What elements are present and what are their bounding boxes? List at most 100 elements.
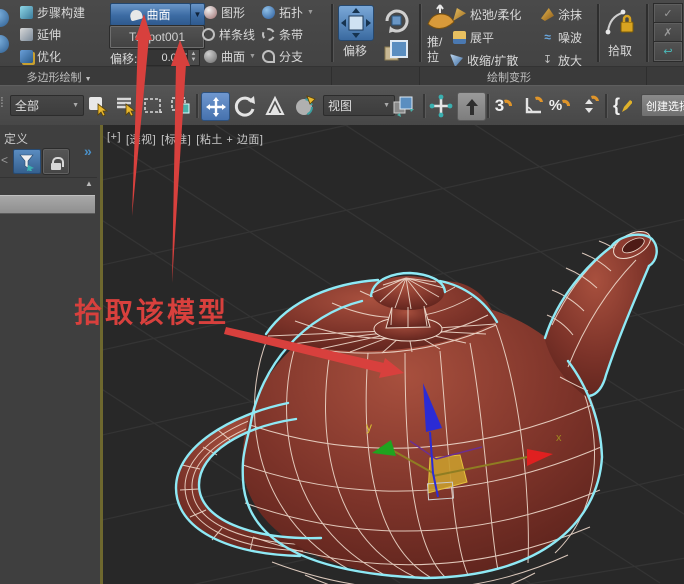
offset-transform-button[interactable] <box>338 5 374 41</box>
branches-button[interactable]: 分支 <box>262 48 303 65</box>
window-crossing-button[interactable] <box>167 92 194 119</box>
ribbon-panel-labels: 多边形绘制 ▼ 绘制变形 <box>0 66 684 86</box>
strips-button[interactable]: 条带 <box>262 26 303 43</box>
step-build-button[interactable]: 步骤构建 <box>20 4 85 21</box>
topology-icon <box>262 6 275 19</box>
use-pivot-center-button[interactable] <box>389 92 416 119</box>
pen-icon <box>620 98 632 114</box>
scale-tool-button[interactable] <box>261 92 288 119</box>
select-cursor-icon <box>87 95 109 117</box>
offset-4way-icon <box>339 6 373 40</box>
flatten-icon <box>453 31 466 44</box>
expand-chevron[interactable]: » <box>84 143 92 159</box>
pivot-center-icon <box>391 94 415 118</box>
collapse-arrow[interactable]: ▲ <box>85 179 93 188</box>
filter-funnel-icon <box>18 153 36 171</box>
branches-icon <box>262 50 275 63</box>
panel-scrollbar-thumb[interactable] <box>0 195 95 214</box>
noise-wave-icon: ≈ <box>541 31 554 44</box>
offset-value-field[interactable]: 0.000 <box>140 49 193 66</box>
rectangular-selection-region-button[interactable] <box>139 92 166 119</box>
3dsmax-window: 步骤构建 延伸 优化 曲面 ▼ Teapot001 偏移: 0.000 ▲▼ 图 <box>0 0 684 584</box>
ribbon: 步骤构建 延伸 优化 曲面 ▼ Teapot001 偏移: 0.000 ▲▼ 图 <box>0 0 684 85</box>
topology-flyout[interactable]: ▼ <box>307 9 314 16</box>
display-filter-button[interactable] <box>13 149 41 174</box>
up-arrow-icon <box>461 96 483 118</box>
splines-icon <box>202 28 215 41</box>
panel-separator-3 <box>597 4 599 62</box>
cancel-button[interactable]: ✗ <box>654 23 682 42</box>
surface-tool-icon <box>204 50 217 63</box>
select-by-name-button[interactable] <box>111 92 138 119</box>
pick-spline-lock-icon <box>604 5 636 39</box>
reference-coordinate-dropdown[interactable]: 视图▼ <box>323 95 395 116</box>
edit-named-selection-sets-button[interactable]: { <box>609 92 636 119</box>
scale-icon <box>263 94 287 118</box>
move-tool-button[interactable] <box>201 92 230 121</box>
optimize-button[interactable]: 优化 <box>20 48 61 65</box>
extend-button[interactable]: 延伸 <box>20 26 61 43</box>
viewport-menu-pov[interactable]: [透视] <box>126 131 156 147</box>
offset-label: 偏移: <box>110 50 137 67</box>
cutoff-sphere-icon-2[interactable] <box>0 35 9 53</box>
rotate-transform-button[interactable] <box>381 5 411 35</box>
back-chevron[interactable]: < <box>1 153 8 167</box>
surface-tool-button[interactable]: 曲面 ▼ <box>204 48 256 65</box>
named-selection-set-field[interactable]: 创建选择 <box>641 94 684 117</box>
spinner-snap-button[interactable] <box>575 92 602 119</box>
paint-deform-panel-label[interactable]: 绘制变形 <box>420 69 598 85</box>
percent-hook-icon <box>561 98 572 113</box>
rect-region-icon <box>142 95 164 117</box>
window-crossing-icon <box>170 95 192 117</box>
relax-soften-button[interactable]: 松弛/柔化 <box>453 6 521 23</box>
select-object-button[interactable] <box>84 92 111 119</box>
noise-button[interactable]: ≈ 噪波 <box>541 29 582 46</box>
main-toolbar: ⁞ 全部▼ <box>0 85 684 127</box>
select-and-manipulate-button[interactable] <box>427 92 454 119</box>
keyboard-override-toggle[interactable] <box>457 92 486 121</box>
scene-explorer-panel: 定义 < » ▲ <box>0 125 101 584</box>
picked-object-button[interactable]: Teapot001 <box>110 26 204 48</box>
offset-spinner[interactable]: ▲▼ <box>187 49 200 66</box>
cutoff-sphere-icon[interactable] <box>0 9 9 27</box>
step-build-icon <box>20 6 33 19</box>
angle-snap-button[interactable] <box>519 92 546 119</box>
extend-icon <box>20 28 33 41</box>
splines-button[interactable]: 样条线 <box>202 26 255 43</box>
offset-transform-label: 偏移 <box>332 42 378 59</box>
polydraw-panel-label[interactable]: 多边形绘制 ▼ <box>0 69 118 85</box>
pick-button[interactable] <box>604 5 636 39</box>
cutoff-toolbar-icon: ⁞ <box>0 94 4 110</box>
shapes-button[interactable]: 图形 <box>204 4 245 21</box>
perspective-viewport[interactable]: y x <box>100 125 684 584</box>
percent-snap-button[interactable]: % <box>547 92 574 119</box>
lock-button[interactable] <box>43 149 69 174</box>
viewport-menu-general[interactable]: [+] <box>107 131 121 147</box>
revert-button[interactable]: ↩ <box>654 42 682 61</box>
viewport-menu-standard[interactable]: [标准] <box>161 131 191 147</box>
rotate-ring-icon <box>381 5 411 35</box>
topology-button[interactable]: 拓扑 ▼ <box>262 4 314 21</box>
optimize-icon <box>20 50 33 63</box>
gizmo-x-label: x <box>556 432 562 444</box>
viewport-menu-shading[interactable]: [粘土 + 边面] <box>196 131 263 147</box>
relax-brush-icon <box>453 8 466 21</box>
flatten-button[interactable]: 展平 <box>453 29 494 46</box>
select-and-place-button[interactable] <box>291 92 318 119</box>
move-icon <box>204 95 228 119</box>
surface-dropdown-arrow[interactable]: ▼ <box>190 3 205 26</box>
panel-separator-2 <box>419 4 421 62</box>
rotate-icon <box>233 94 257 118</box>
scale-squares-icon <box>381 37 411 65</box>
gizmo-y-label: y <box>366 420 372 434</box>
select-by-name-icon <box>114 95 136 117</box>
surface-mode-button[interactable]: 曲面 <box>110 3 191 26</box>
manipulate-icon <box>429 94 453 118</box>
commit-button[interactable]: ✓ <box>654 4 682 23</box>
smudge-button[interactable]: 涂抹 <box>541 6 582 23</box>
surface-tool-flyout[interactable]: ▼ <box>249 53 256 60</box>
snap-toggle-3d-button[interactable]: 3 <box>491 92 518 119</box>
rotate-tool-button[interactable] <box>231 92 258 119</box>
selection-filter-dropdown[interactable]: 全部▼ <box>10 95 84 116</box>
scale-transform-button[interactable] <box>381 37 411 65</box>
